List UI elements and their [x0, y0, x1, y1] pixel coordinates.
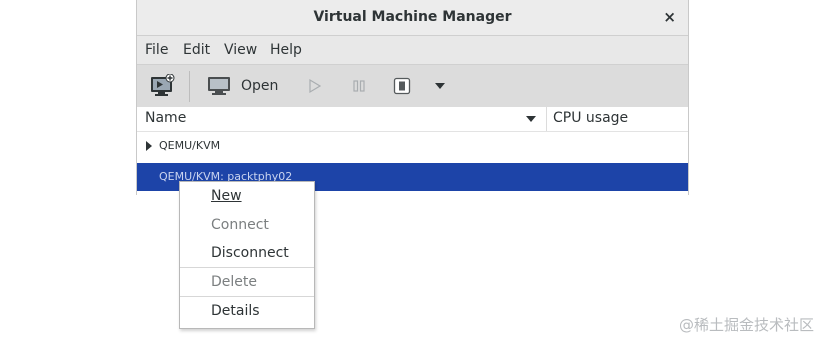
- pause-icon: [353, 80, 365, 92]
- run-button[interactable]: [305, 74, 325, 98]
- monitor-icon: [208, 77, 230, 95]
- context-item-disconnect[interactable]: Disconnect: [211, 245, 289, 261]
- column-name[interactable]: Name: [145, 110, 186, 126]
- play-icon: [309, 78, 322, 94]
- context-item-new[interactable]: New: [211, 188, 242, 204]
- context-item-label: Disconnect: [211, 245, 289, 261]
- shutdown-menu-button[interactable]: [430, 74, 450, 98]
- open-label: Open: [241, 78, 279, 94]
- vmm-window: Virtual Machine Manager × File Edit View…: [136, 0, 689, 195]
- menu-edit[interactable]: Edit: [183, 42, 210, 58]
- context-item-label: New: [211, 188, 242, 204]
- title-bar: Virtual Machine Manager ×: [137, 0, 688, 36]
- context-item-label: Details: [211, 303, 260, 319]
- pause-button[interactable]: [349, 74, 369, 98]
- context-separator: [180, 296, 314, 297]
- connection-label: QEMU/KVM: [159, 139, 221, 152]
- context-separator: [180, 267, 314, 268]
- menu-view[interactable]: View: [224, 42, 257, 58]
- toolbar-separator: [189, 71, 190, 102]
- open-button[interactable]: Open: [207, 74, 293, 98]
- shutdown-button[interactable]: [392, 74, 412, 98]
- shutdown-icon: [393, 77, 411, 95]
- context-item-connect[interactable]: Connect: [211, 217, 269, 233]
- context-item-label: Delete: [211, 274, 257, 290]
- menu-file[interactable]: File: [145, 42, 168, 58]
- context-item-delete[interactable]: Delete: [211, 274, 257, 290]
- menu-bar: File Edit View Help: [137, 36, 688, 64]
- column-divider[interactable]: [546, 107, 547, 131]
- close-icon[interactable]: ×: [663, 8, 676, 26]
- window-title: Virtual Machine Manager: [313, 9, 512, 25]
- context-item-label: Connect: [211, 217, 269, 233]
- new-vm-button[interactable]: [149, 74, 175, 98]
- column-cpu-usage[interactable]: CPU usage: [553, 110, 628, 126]
- chevron-down-icon: [435, 83, 445, 89]
- context-item-details[interactable]: Details: [211, 303, 260, 319]
- menu-help[interactable]: Help: [270, 42, 302, 58]
- toolbar: Open: [137, 64, 688, 109]
- expander-arrow-icon[interactable]: [145, 141, 153, 151]
- list-header: Name CPU usage: [137, 107, 688, 132]
- connection-row[interactable]: QEMU/KVM: [137, 132, 688, 160]
- watermark: @稀土掘金技术社区: [678, 316, 814, 334]
- context-menu: New Connect Disconnect Delete Details: [179, 181, 315, 329]
- new-vm-icon: [151, 74, 175, 96]
- sort-arrow-icon[interactable]: [525, 115, 537, 123]
